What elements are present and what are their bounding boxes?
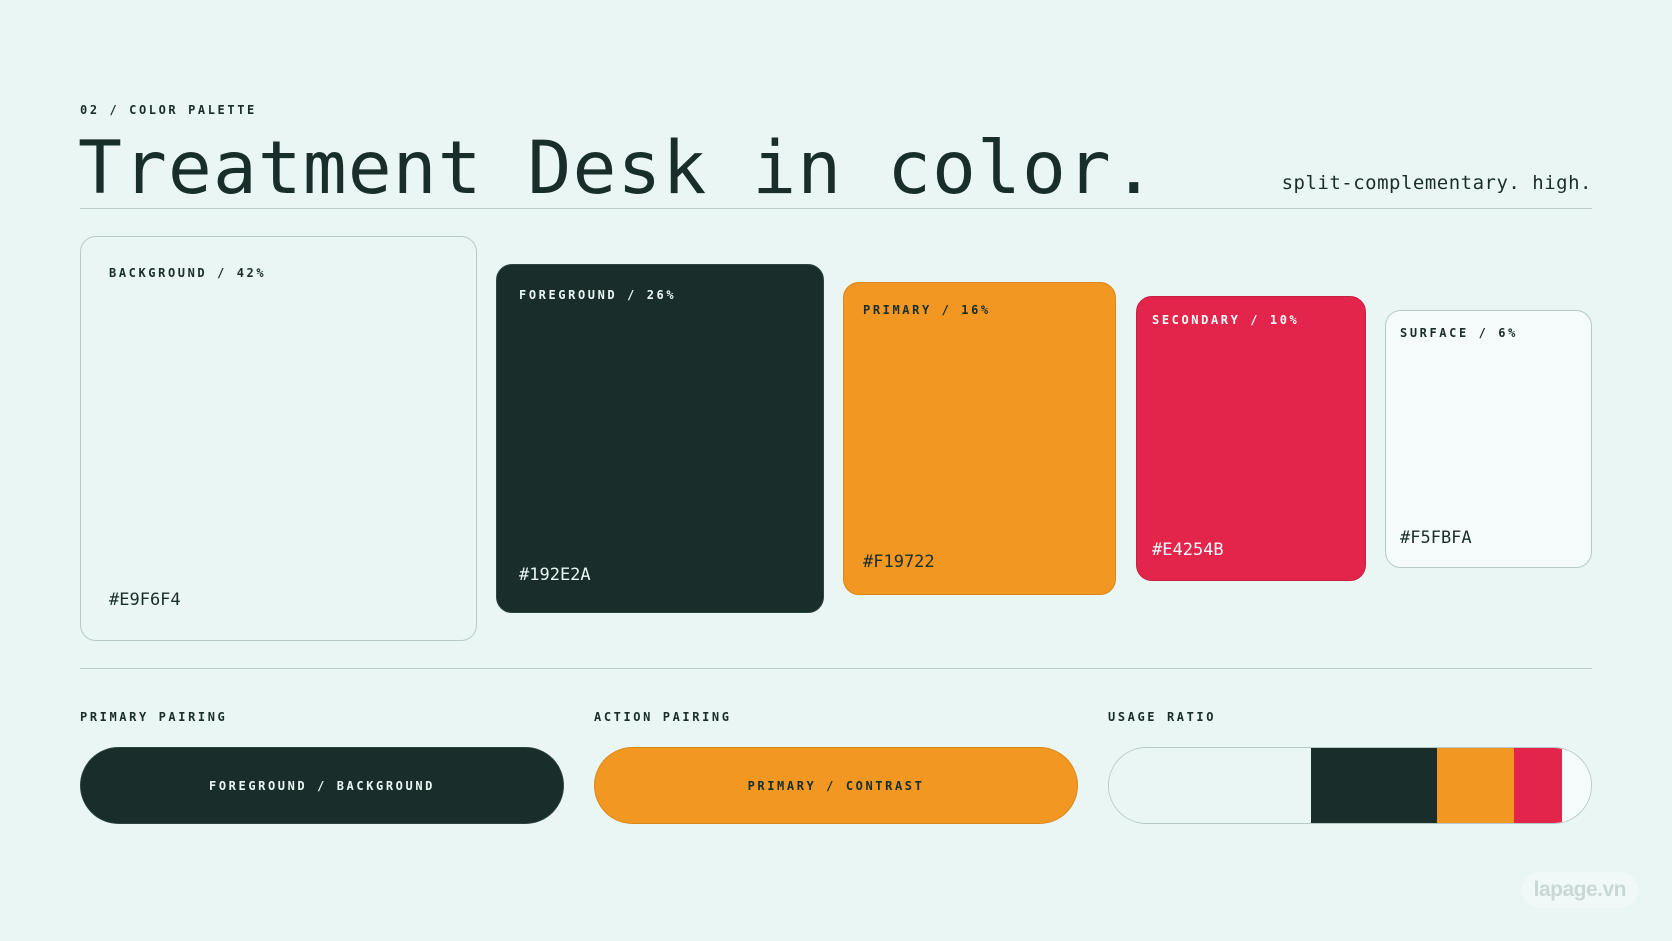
- page-title: Treatment Desk in color.: [78, 126, 1157, 211]
- swatch-label: PRIMARY / 16%: [863, 303, 991, 317]
- swatch-foreground: FOREGROUND / 26% #192E2A: [496, 264, 824, 613]
- swatch-hex: #192E2A: [519, 565, 591, 585]
- usage-ratio-segment: [1513, 748, 1563, 823]
- page-subtitle: split-complementary. high.: [1281, 172, 1592, 194]
- swatch-hex: #E9F6F4: [109, 590, 181, 610]
- section-eyebrow: 02 / COLOR PALETTE: [80, 103, 257, 117]
- swatch-label: BACKGROUND / 42%: [109, 266, 267, 280]
- usage-ratio-bar: [1108, 747, 1592, 824]
- primary-pairing-heading: PRIMARY PAIRING: [80, 710, 228, 724]
- watermark-logo: lapage.vn: [1521, 872, 1638, 908]
- swatch-label: SURFACE / 6%: [1400, 326, 1518, 340]
- usage-ratio-segment: [1436, 748, 1514, 823]
- title-divider: [80, 208, 1592, 209]
- section-divider: [80, 668, 1592, 669]
- primary-pairing-text: FOREGROUND / BACKGROUND: [209, 778, 435, 793]
- primary-pairing-pill: FOREGROUND / BACKGROUND: [80, 747, 564, 824]
- swatch-surface: SURFACE / 6% #F5FBFA: [1385, 310, 1592, 568]
- swatch-background: BACKGROUND / 42% #E9F6F4: [80, 236, 477, 641]
- usage-ratio-segment: [1311, 748, 1437, 823]
- action-pairing-heading: ACTION PAIRING: [594, 710, 732, 724]
- swatch-hex: #E4254B: [1152, 540, 1224, 560]
- action-pairing-text: PRIMARY / CONTRAST: [747, 778, 925, 793]
- swatch-hex: #F5FBFA: [1400, 528, 1472, 548]
- usage-ratio-heading: USAGE RATIO: [1108, 710, 1217, 724]
- swatch-primary: PRIMARY / 16% #F19722: [843, 282, 1116, 595]
- swatch-hex: #F19722: [863, 552, 935, 572]
- swatch-label: SECONDARY / 10%: [1152, 313, 1300, 327]
- usage-ratio-segment: [1109, 748, 1312, 823]
- action-pairing-pill: PRIMARY / CONTRAST: [594, 747, 1078, 824]
- swatch-secondary: SECONDARY / 10% #E4254B: [1136, 296, 1366, 581]
- swatch-label: FOREGROUND / 26%: [519, 288, 677, 302]
- usage-ratio-segment: [1562, 748, 1591, 823]
